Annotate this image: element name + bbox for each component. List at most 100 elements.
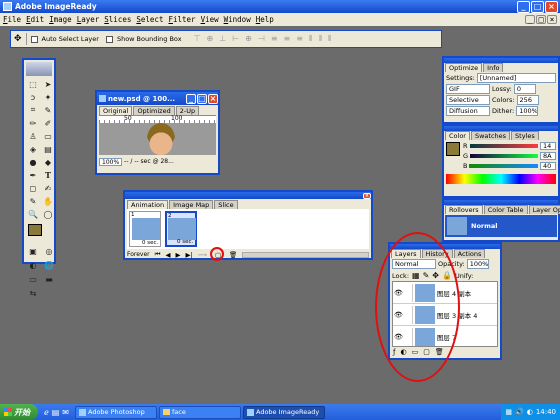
menu-filter[interactable]: Filter	[168, 15, 195, 24]
menu-slices[interactable]: Slices	[104, 15, 131, 24]
bucket-tool-icon[interactable]: ◈	[26, 143, 40, 155]
tab-info[interactable]: Info	[483, 63, 504, 72]
tween-icon[interactable]: ⟿	[198, 251, 207, 259]
zoom-field[interactable]: 100%	[99, 157, 123, 166]
frame-delay[interactable]: 0 sec.	[142, 240, 158, 246]
slice-tool-icon[interactable]: ✎	[41, 104, 55, 116]
settings-select[interactable]: [Unnamed]	[476, 73, 556, 83]
tab-styles[interactable]: Styles	[511, 131, 539, 140]
distribute-hcenter-icon[interactable]: ⦀	[318, 34, 322, 44]
tab-color-table[interactable]: Color Table	[483, 205, 528, 214]
toggle-slice-icon[interactable]: ▣	[26, 245, 40, 257]
preview-browser-icon[interactable]: 🌐	[42, 259, 56, 271]
close-button[interactable]: ×	[545, 0, 558, 13]
brush-tool-icon[interactable]: ✏	[26, 117, 40, 129]
lossy-field[interactable]: 0	[513, 84, 536, 94]
ime-icon[interactable]: ◐	[527, 408, 533, 416]
color-preview-swatch[interactable]	[446, 142, 460, 156]
pen-tool-icon[interactable]: ✒	[26, 169, 40, 181]
menu-window[interactable]: Window	[224, 15, 251, 24]
menu-view[interactable]: View	[201, 15, 219, 24]
crop-tool-icon[interactable]: ⌗	[26, 104, 40, 116]
tab-2up[interactable]: 2-Up	[175, 106, 200, 115]
shape-tool-icon[interactable]: ◻	[26, 182, 40, 194]
pencil-tool-icon[interactable]: ✐	[41, 117, 55, 129]
tab-optimize[interactable]: Optimize	[445, 63, 483, 72]
auto-select-checkbox[interactable]	[30, 35, 38, 43]
rollover-state-row[interactable]: Normal	[445, 215, 557, 237]
menu-edit[interactable]: Edit	[26, 15, 44, 24]
menu-file[interactable]: File	[3, 15, 21, 24]
task-face[interactable]: face	[159, 405, 241, 419]
hand-tool-icon[interactable]: ✋	[41, 195, 55, 207]
type-tool-icon[interactable]: T	[41, 169, 55, 181]
jump-photoshop-icon[interactable]: ⇆	[26, 287, 40, 299]
blur-tool-icon[interactable]: ◆	[41, 156, 55, 168]
menu-image[interactable]: Image	[49, 15, 72, 24]
magic-wand-tool-icon[interactable]: ✦	[41, 91, 55, 103]
doc-minimize-button[interactable]: _	[525, 15, 535, 24]
first-frame-icon[interactable]: ⏮	[155, 250, 161, 259]
eraser-tool-icon[interactable]: ▭	[41, 130, 55, 142]
toggle-image-map-icon[interactable]: ◎	[42, 245, 56, 257]
frames-scrollbar[interactable]	[242, 251, 369, 258]
distribute-left-icon[interactable]: ⦀	[309, 34, 313, 44]
distribute-vcenter-icon[interactable]: ≡	[284, 34, 291, 44]
next-frame-icon[interactable]: ▶|	[186, 251, 193, 259]
opacity-field[interactable]: 100%	[466, 259, 489, 269]
move-tool-icon[interactable]: ➤	[41, 78, 55, 90]
play-icon[interactable]: ▶	[176, 251, 181, 259]
tab-color[interactable]: Color	[445, 131, 470, 140]
green-field[interactable]: 8A	[540, 152, 556, 160]
foreground-color-swatch[interactable]	[28, 224, 42, 236]
tab-original[interactable]: Original	[99, 106, 133, 115]
gradient-tool-icon[interactable]: ▤	[41, 143, 55, 155]
distribute-right-icon[interactable]: ⦀	[328, 34, 332, 44]
animation-frame[interactable]: 1 0 sec.	[129, 211, 161, 247]
network-icon[interactable]: ▦	[505, 408, 512, 416]
align-left-icon[interactable]: ⊢	[232, 34, 239, 44]
prev-frame-icon[interactable]: ◀	[166, 251, 171, 259]
show-bounding-checkbox[interactable]	[105, 35, 113, 43]
menu-select[interactable]: Select	[136, 15, 163, 24]
full-screen-icon[interactable]: ▬	[42, 273, 56, 285]
color-spectrum[interactable]	[446, 174, 556, 184]
distribute-bottom-icon[interactable]: ≡	[296, 34, 303, 44]
image-map-tool-icon[interactable]: ◯	[41, 208, 55, 220]
dither-field[interactable]: 100%	[516, 106, 539, 116]
distribute-top-icon[interactable]: ≡	[271, 34, 278, 44]
colors-field[interactable]: 256	[516, 95, 539, 105]
start-button[interactable]: 开始	[0, 404, 38, 420]
tab-actions[interactable]: Actions	[453, 249, 486, 258]
red-slider[interactable]	[469, 144, 538, 148]
document-maximize-button[interactable]: □	[197, 93, 207, 104]
standard-screen-icon[interactable]: ▭	[26, 273, 40, 285]
rollover-preview-icon[interactable]: ◐	[26, 259, 40, 271]
align-vcenter-icon[interactable]: ⊕	[207, 34, 214, 44]
explorer-icon[interactable]: ▤	[52, 408, 60, 417]
loop-select[interactable]: Forever	[127, 251, 150, 258]
stamp-tool-icon[interactable]: ♙	[26, 130, 40, 142]
delete-frame-icon[interactable]: 🗑	[229, 251, 237, 259]
dither-algorithm-select[interactable]: Diffusion	[446, 106, 490, 116]
document-close-button[interactable]: ×	[208, 93, 218, 104]
reduction-select[interactable]: Selective	[446, 95, 490, 105]
notes-tool-icon[interactable]: ✍	[41, 182, 55, 194]
tab-optimized[interactable]: Optimized	[133, 106, 175, 115]
task-imageready[interactable]: Adobe ImageReady	[243, 405, 325, 419]
align-top-icon[interactable]: ⊤	[194, 34, 201, 44]
format-select[interactable]: GIF	[446, 84, 490, 94]
move-tool-icon[interactable]: ✥	[14, 34, 22, 44]
tab-image-map[interactable]: Image Map	[169, 200, 214, 209]
lasso-tool-icon[interactable]: ↄ	[26, 91, 40, 103]
blue-field[interactable]: 40	[540, 162, 556, 170]
document-minimize-button[interactable]: _	[186, 93, 196, 104]
tab-swatches[interactable]: Swatches	[470, 131, 511, 140]
align-bottom-icon[interactable]: ⊥	[219, 34, 226, 44]
maximize-button[interactable]: □	[531, 0, 544, 13]
animation-close-button[interactable]: ×	[363, 192, 371, 199]
red-field[interactable]: 14	[540, 142, 556, 150]
align-right-icon[interactable]: ⊣	[258, 34, 265, 44]
eyedropper-tool-icon[interactable]: ✎	[26, 195, 40, 207]
doc-close-button[interactable]: ×	[547, 15, 557, 24]
